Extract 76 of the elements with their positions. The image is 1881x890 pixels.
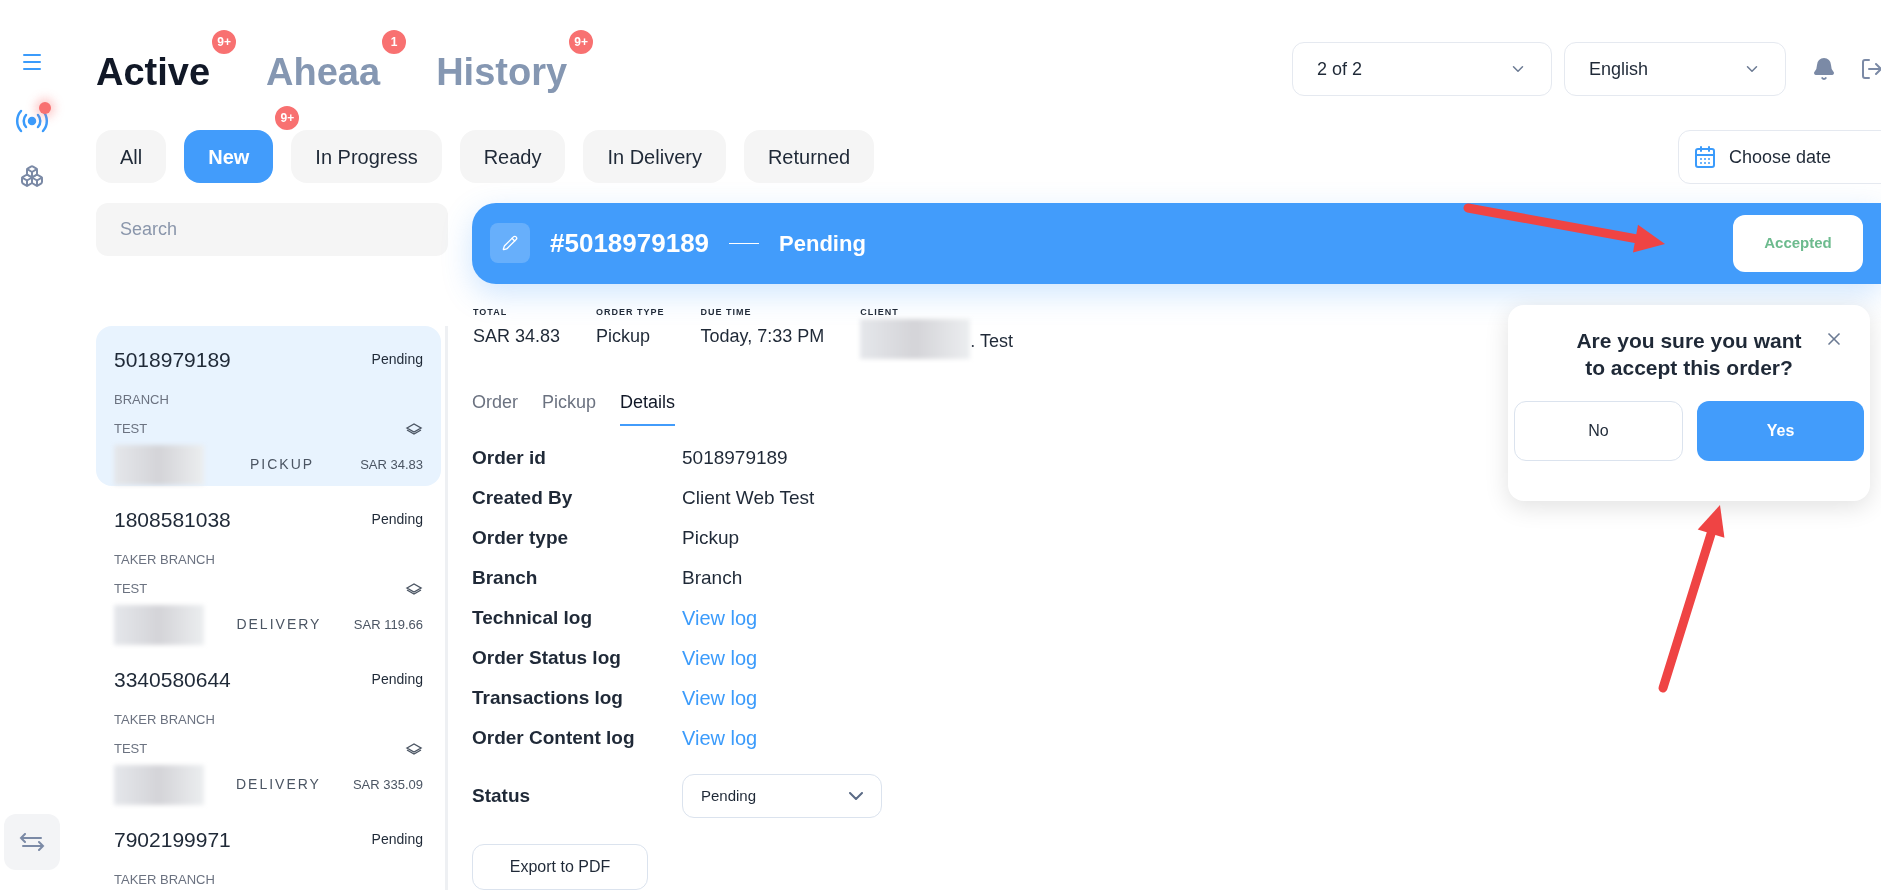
order-type: DELIVERY bbox=[235, 615, 323, 634]
order-number: 5018979189 bbox=[114, 347, 231, 373]
detail-value: Branch bbox=[682, 565, 743, 590]
summary-label: TOTAL bbox=[473, 305, 508, 319]
boxes-icon[interactable] bbox=[20, 164, 44, 188]
order-amount: SAR 34.83 bbox=[360, 455, 423, 474]
broadcast-icon[interactable] bbox=[15, 108, 49, 134]
detail-label: Order Content log bbox=[472, 725, 636, 750]
order-type: DELIVERY bbox=[234, 775, 322, 794]
page-select[interactable]: 2 of 2 bbox=[1292, 42, 1552, 96]
detail-label: Order Status log bbox=[472, 645, 622, 670]
detail-tab[interactable]: Pickup bbox=[542, 389, 597, 427]
swap-button[interactable] bbox=[4, 814, 60, 870]
cancel-button[interactable]: No bbox=[1514, 401, 1683, 461]
count-badge: 9+ bbox=[210, 28, 239, 56]
notification-icon[interactable] bbox=[1812, 57, 1836, 81]
order-amount: SAR 119.66 bbox=[353, 615, 423, 634]
count-badge: 1 bbox=[380, 28, 409, 56]
detail-label: Order id bbox=[472, 445, 547, 470]
search-field[interactable]: Search bbox=[96, 203, 448, 256]
order-type: PICKUP bbox=[249, 455, 316, 474]
summary-label: CLIENT bbox=[860, 305, 899, 319]
detail-label: Status bbox=[472, 783, 532, 808]
count-badge: 9+ bbox=[273, 104, 302, 132]
swap-icon bbox=[19, 833, 45, 851]
summary-value: Pickup bbox=[596, 325, 651, 349]
order-status: Pending bbox=[371, 830, 423, 850]
branch-name: BRANCH bbox=[114, 390, 169, 409]
order-note: TEST bbox=[114, 740, 148, 758]
order-note: TEST bbox=[114, 420, 148, 438]
filter-chip[interactable]: All bbox=[96, 130, 167, 183]
summary-value: Today, 7:33 PM bbox=[700, 325, 825, 349]
logout-icon[interactable] bbox=[1860, 57, 1881, 81]
summary-value: SAR 34.83 bbox=[473, 325, 561, 349]
chevron-icon bbox=[849, 792, 863, 801]
detail-tab[interactable]: Details bbox=[620, 389, 676, 427]
order-status: Pending bbox=[371, 670, 423, 690]
branch-name: TAKER BRANCH bbox=[114, 710, 215, 729]
order-title: #5018979189 bbox=[550, 226, 710, 260]
edit-button[interactable] bbox=[490, 223, 530, 264]
order-status: Pending bbox=[371, 510, 423, 530]
summary-label: DUE TIME bbox=[700, 305, 752, 319]
order-amount: SAR 335.09 bbox=[352, 775, 423, 794]
summary-label: ORDER TYPE bbox=[596, 305, 665, 319]
filter-chip[interactable]: Ready bbox=[459, 130, 566, 183]
language-select[interactable]: English bbox=[1564, 42, 1786, 96]
edit-icon bbox=[502, 235, 518, 252]
detail-tab[interactable]: Order bbox=[472, 389, 518, 427]
detail-label: Transactions log bbox=[472, 685, 624, 710]
summary-value: . Test bbox=[970, 329, 1013, 353]
count-badge: 9+ bbox=[567, 28, 596, 56]
order-state: Pending bbox=[779, 229, 866, 258]
status-select[interactable]: Pending bbox=[682, 774, 882, 819]
date-picker[interactable]: Choose date bbox=[1678, 130, 1881, 184]
branch-name: TAKER BRANCH bbox=[114, 550, 215, 569]
detail-label: Technical log bbox=[472, 605, 593, 630]
order-status: Pending bbox=[371, 350, 423, 370]
detail-value: Client Web Test bbox=[682, 485, 815, 510]
order-number: 7902199971 bbox=[114, 827, 231, 853]
detail-label: Created By bbox=[472, 485, 574, 510]
order-number: 3340580644 bbox=[114, 667, 231, 693]
detail-value: 5018979189 bbox=[682, 445, 788, 470]
detail-label: Order type bbox=[472, 525, 570, 550]
filter-chip[interactable]: In Delivery bbox=[583, 130, 726, 183]
calendar-icon bbox=[1693, 145, 1717, 169]
filter-chip[interactable]: In Progress bbox=[291, 130, 442, 183]
order-note: TEST bbox=[114, 580, 148, 598]
order-card[interactable]: 5018979189 Pending BRANCH TEST PICKUP SAR 34.83 bbox=[96, 326, 441, 486]
detail-value: Pickup bbox=[682, 525, 740, 550]
order-number: 1808581038 bbox=[114, 507, 231, 533]
dialog-message: Are you sure you want to accept this order? bbox=[1575, 328, 1803, 381]
detail-label: Branch bbox=[472, 565, 539, 590]
view-tab[interactable]: Active bbox=[96, 52, 211, 92]
branch-name: TAKER BRANCH bbox=[114, 870, 215, 889]
export-button[interactable]: Export to PDF bbox=[472, 844, 648, 890]
filter-chip[interactable]: Returned bbox=[743, 130, 875, 183]
